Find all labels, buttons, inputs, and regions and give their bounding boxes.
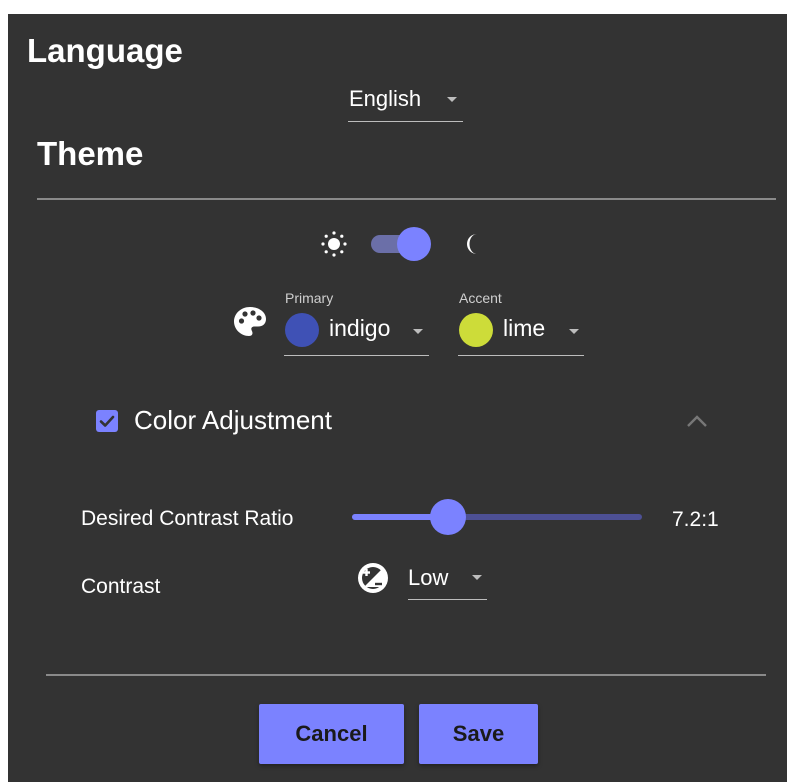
- divider: [37, 198, 776, 200]
- chevron-up-icon[interactable]: [684, 412, 710, 430]
- primary-color-swatch: [285, 313, 319, 347]
- settings-panel: Language English Theme Primary indigo Ac…: [8, 14, 787, 782]
- palette-icon: [234, 307, 266, 336]
- contrast-ratio-value: 7.2:1: [672, 508, 719, 531]
- contrast-label: Contrast: [81, 575, 161, 598]
- accent-color-select[interactable]: lime: [458, 308, 584, 356]
- language-select[interactable]: English: [348, 80, 463, 122]
- language-select-value: English: [349, 86, 422, 111]
- contrast-select-value: Low: [408, 565, 449, 590]
- cancel-button[interactable]: Cancel: [259, 704, 404, 764]
- color-adjustment-checkbox[interactable]: [96, 410, 118, 432]
- caret-down-icon: [569, 329, 579, 334]
- primary-label: Primary: [285, 290, 334, 306]
- accent-label: Accent: [459, 290, 502, 306]
- accent-color-value: lime: [503, 315, 546, 341]
- caret-down-icon: [447, 97, 457, 102]
- contrast-icon: [358, 563, 388, 593]
- caret-down-icon: [472, 575, 482, 580]
- language-section-title: Language: [27, 32, 183, 69]
- moon-icon: [467, 234, 477, 254]
- sun-icon: [321, 231, 347, 257]
- contrast-ratio-slider-thumb[interactable]: [429, 499, 466, 535]
- primary-color-value: indigo: [329, 315, 391, 341]
- primary-color-select[interactable]: indigo: [284, 308, 429, 356]
- desired-contrast-ratio-label: Desired Contrast Ratio: [81, 507, 294, 530]
- color-adjustment-label[interactable]: Color Adjustment: [134, 405, 332, 436]
- divider: [46, 674, 766, 676]
- theme-section-title: Theme: [37, 135, 144, 172]
- dark-mode-toggle-thumb[interactable]: [397, 227, 431, 261]
- contrast-select[interactable]: Low: [408, 563, 487, 600]
- caret-down-icon: [413, 329, 423, 334]
- save-button[interactable]: Save: [419, 704, 538, 764]
- accent-color-swatch: [459, 313, 493, 347]
